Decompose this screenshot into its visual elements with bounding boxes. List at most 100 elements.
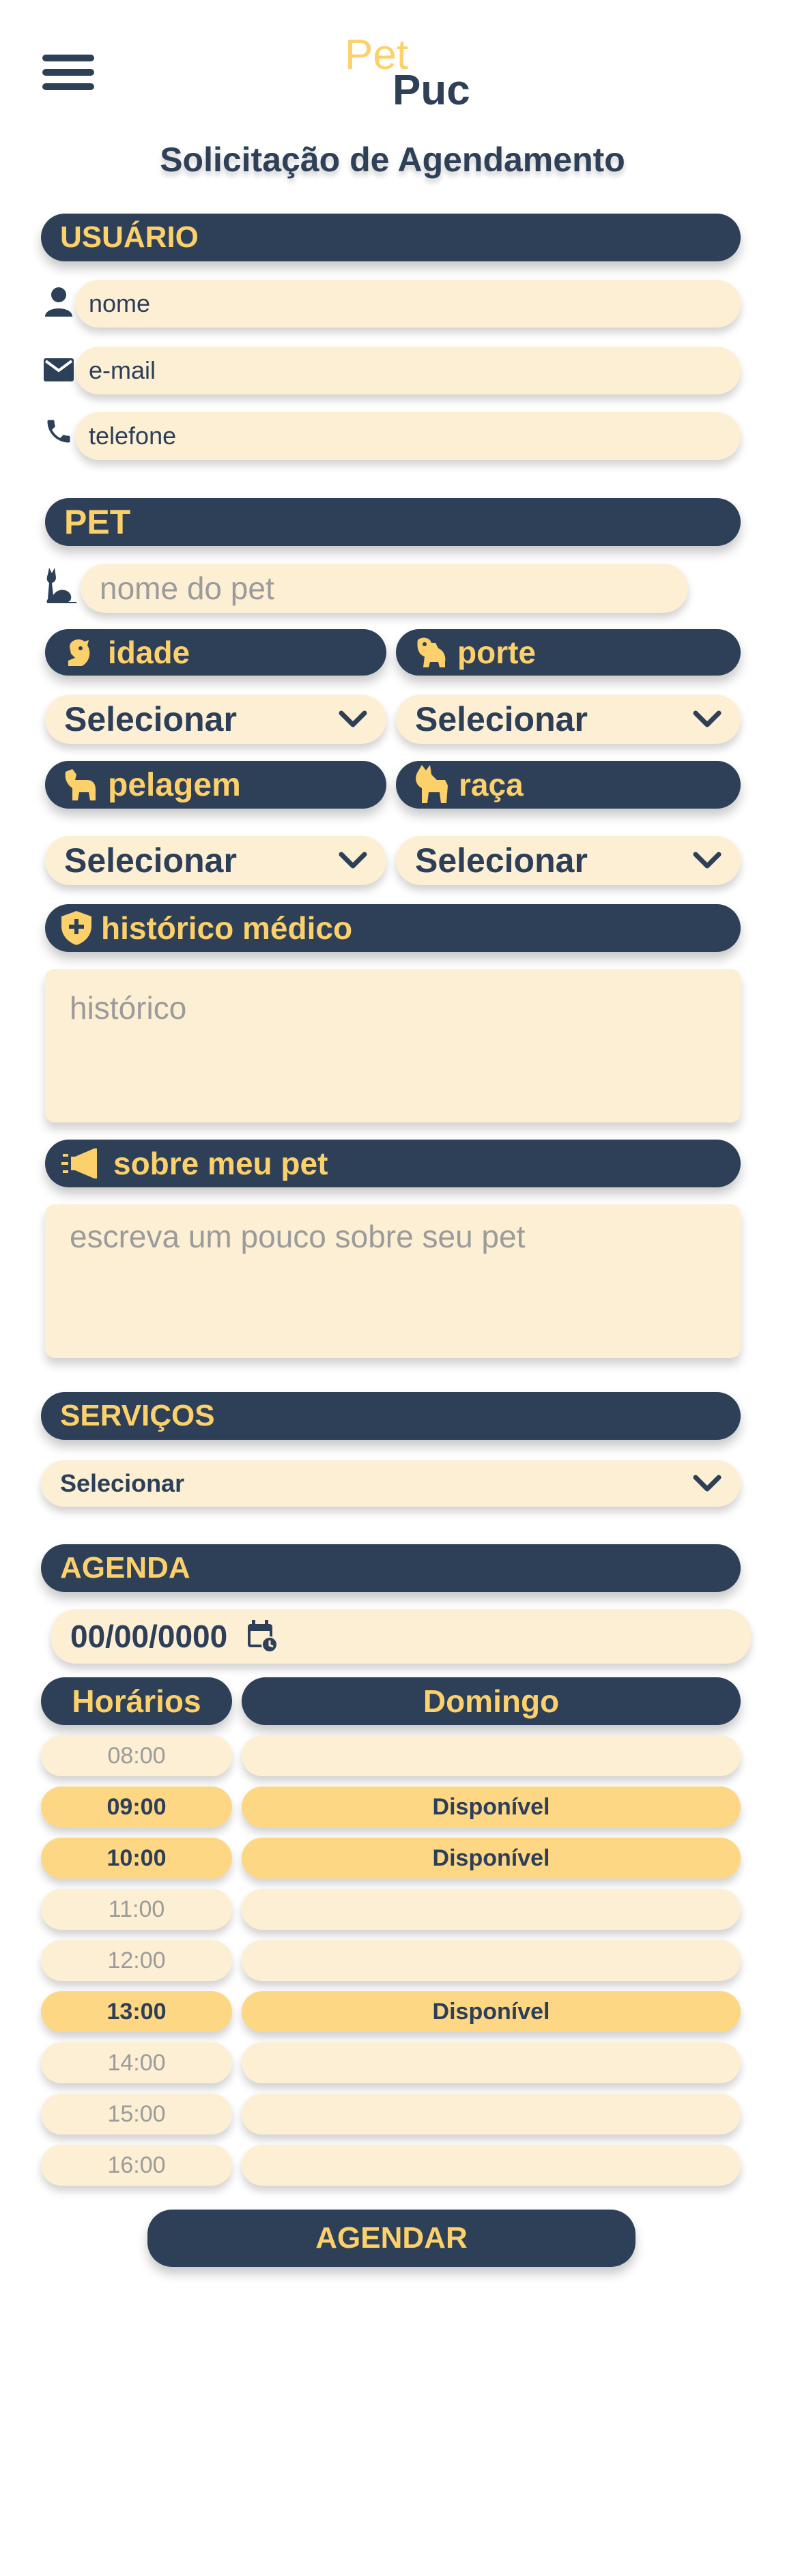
sobre-header: sobre meu pet [45,1140,741,1187]
raca-header: raça [396,761,741,809]
dog-breed-icon [412,765,449,805]
schedule-time-label: 14:00 [107,2049,166,2076]
hamburger-menu-icon[interactable] [42,55,94,90]
email-field-value: e-mail [89,356,156,384]
historico-header: histórico médico [45,904,741,952]
schedule-time-cell[interactable]: 09:00 [41,1786,232,1827]
pet-section-header: PET [45,498,741,546]
porte-select[interactable]: Selecionar [396,695,741,744]
schedule-slot-cell [242,1889,741,1930]
date-field[interactable]: 00/00/0000 [51,1609,751,1664]
agendar-button[interactable]: AGENDAR [147,2210,636,2267]
schedule-time-label: 08:00 [107,1742,166,1769]
page-title: Solicitação de Agendamento [160,141,625,179]
sobre-textarea[interactable]: escreva um pouco sobre seu pet [45,1204,741,1358]
idade-select[interactable]: Selecionar [45,695,386,744]
dog-icon [61,768,98,802]
porte-select-value: Selecionar [415,700,588,738]
historico-placeholder: histórico [70,990,187,1026]
pelagem-select[interactable]: Selecionar [45,836,386,885]
usuario-section-header: USUÁRIO [41,214,741,261]
servicos-select[interactable]: Selecionar [41,1460,741,1507]
schedule-time-label: 13:00 [106,1998,167,2025]
chevron-down-icon [339,710,367,728]
megaphone-icon [61,1147,104,1180]
pelagem-label: pelagem [108,766,241,803]
shield-plus-icon [61,911,91,945]
raca-label: raça [459,767,524,802]
schedule-col-horarios: Horários [41,1677,232,1725]
idade-label: idade [108,635,190,670]
schedule-slot-cell [242,1735,741,1776]
pet-name-placeholder: nome do pet [100,570,274,606]
schedule-col-day: Domingo [242,1677,741,1725]
chevron-down-icon [693,1475,722,1492]
phone-field-value: telefone [89,422,177,450]
idade-header: idade [45,629,386,676]
servicos-select-value: Selecionar [60,1469,185,1497]
historico-label: histórico médico [101,910,353,946]
schedule-time-cell[interactable]: 13:00 [41,1991,232,2032]
schedule-time-label: 16:00 [107,2152,166,2178]
calendar-icon[interactable] [246,1620,279,1653]
pelagem-header: pelagem [45,761,386,809]
agenda-section-label: AGENDA [60,1551,190,1584]
dog-size-icon [415,636,448,669]
schedule-time-cell: 08:00 [41,1735,232,1776]
schedule-slot-cell [242,2042,741,2083]
pet-name-field[interactable]: nome do pet [81,564,688,613]
email-icon [44,358,74,381]
schedule-time-label: 10:00 [106,1844,167,1871]
chevron-down-icon [339,852,367,869]
agenda-section-header: AGENDA [41,1544,741,1592]
name-field-value: nome [89,289,151,317]
idade-select-value: Selecionar [64,700,237,738]
porte-label: porte [457,635,536,670]
schedule-slot-status: Disponível [432,1793,550,1820]
schedule-time-cell: 15:00 [41,2094,232,2134]
historico-textarea[interactable]: histórico [45,969,741,1123]
schedule-time-label: 12:00 [107,1947,166,1973]
cat-icon [44,568,78,603]
servicos-section-label: SERVIÇOS [60,1399,215,1432]
age-icon [66,637,96,667]
schedule-slot-cell[interactable]: Disponível [242,1991,741,2032]
schedule-slot-cell [242,1940,741,1981]
schedule-time-cell: 16:00 [41,2145,232,2186]
user-icon [44,287,74,317]
schedule-time-label: 09:00 [106,1793,167,1820]
schedule-time-label: 11:00 [108,1896,165,1922]
schedule-slot-cell[interactable]: Disponível [242,1838,741,1879]
agendar-label: AGENDAR [315,2221,468,2255]
pet-section-label: PET [64,503,131,541]
horarios-label: Horários [72,1683,201,1719]
schedule-time-cell: 12:00 [41,1940,232,1981]
logo-puc-text: Puc [392,67,470,114]
raca-select-value: Selecionar [415,841,588,880]
servicos-section-header: SERVIÇOS [41,1392,741,1440]
name-field[interactable]: nome [75,280,741,328]
raca-select[interactable]: Selecionar [396,836,741,885]
date-field-value: 00/00/0000 [70,1619,228,1654]
logo: Pet Puc [345,31,481,114]
chevron-down-icon [693,710,722,728]
chevron-down-icon [693,852,722,869]
porte-header: porte [396,629,741,676]
schedule-slot-cell [242,2094,741,2134]
usuario-section-label: USUÁRIO [60,220,199,254]
sobre-label: sobre meu pet [113,1146,328,1181]
schedule-time-label: 15:00 [107,2100,166,2127]
schedule-time-cell: 14:00 [41,2042,232,2083]
sobre-placeholder: escreva um pouco sobre seu pet [70,1219,526,1254]
email-field[interactable]: e-mail [75,347,741,394]
schedule-slot-status: Disponível [432,1998,550,2025]
phone-field[interactable]: telefone [75,412,741,460]
schedule-slot-cell[interactable]: Disponível [242,1786,741,1827]
day-label: Domingo [423,1683,560,1719]
pelagem-select-value: Selecionar [64,841,237,880]
schedule-slot-cell [242,2145,741,2186]
schedule-time-cell[interactable]: 10:00 [41,1838,232,1879]
phone-icon [44,416,74,446]
schedule-slot-status: Disponível [432,1844,550,1871]
schedule-time-cell: 11:00 [41,1889,232,1930]
